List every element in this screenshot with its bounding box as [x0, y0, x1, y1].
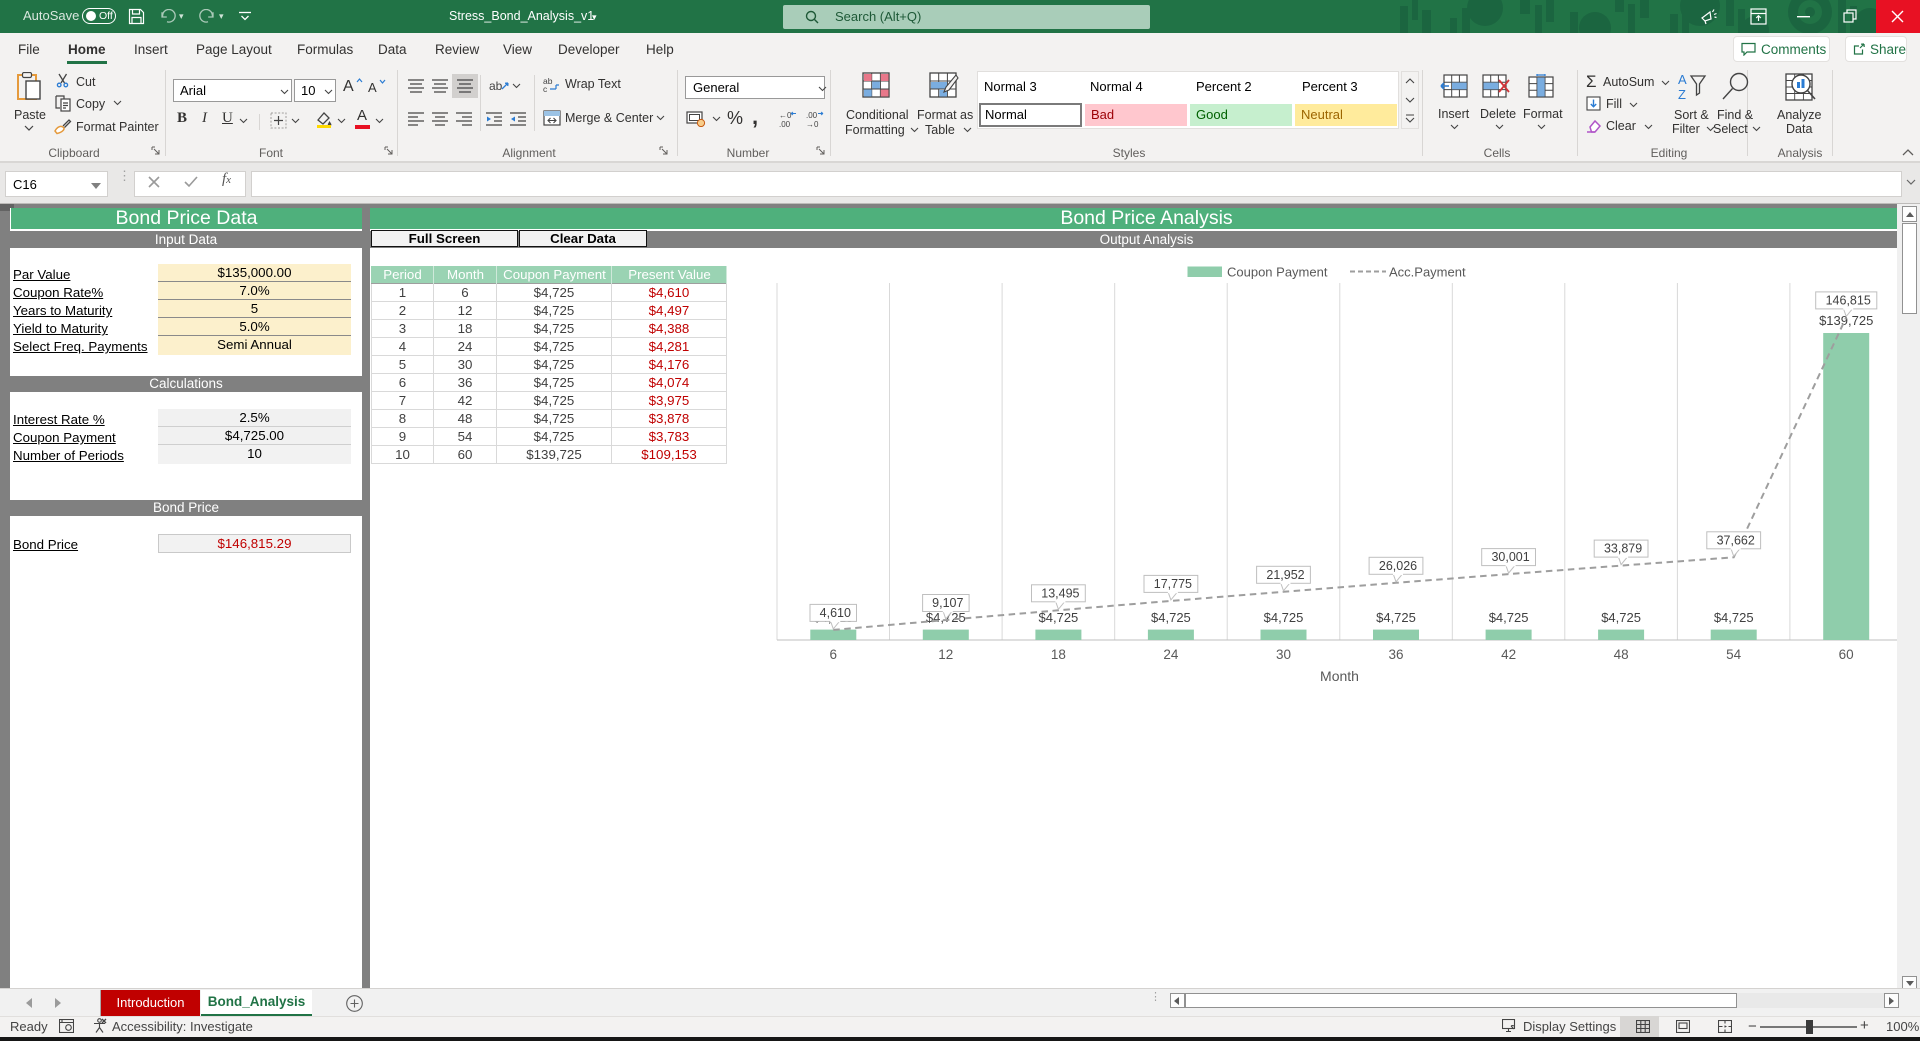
svg-text:54: 54 — [1726, 647, 1742, 662]
svg-text:33,879: 33,879 — [1604, 542, 1642, 556]
svg-text:$4,725: $4,725 — [1714, 610, 1754, 625]
svg-text:$4,725: $4,725 — [1601, 610, 1641, 625]
svg-text:48: 48 — [1614, 647, 1629, 662]
svg-text:36: 36 — [1388, 647, 1403, 662]
svg-text:26,026: 26,026 — [1379, 559, 1417, 573]
svg-text:.00: .00 — [806, 111, 818, 120]
svg-text:12: 12 — [938, 647, 953, 662]
svg-text:ab: ab — [489, 79, 503, 93]
svg-text:4,610: 4,610 — [820, 606, 851, 620]
svg-text:Month: Month — [1320, 668, 1359, 684]
svg-text:42: 42 — [1501, 647, 1516, 662]
svg-text:←0: ←0 — [779, 111, 792, 120]
svg-text:37,662: 37,662 — [1717, 533, 1755, 547]
svg-text:17,775: 17,775 — [1154, 577, 1192, 591]
svg-text:6: 6 — [830, 647, 838, 662]
svg-text:$4,725: $4,725 — [1489, 610, 1529, 625]
svg-text:9,107: 9,107 — [932, 596, 963, 610]
svg-text:13,495: 13,495 — [1041, 586, 1079, 600]
svg-text:$4,725: $4,725 — [1376, 610, 1416, 625]
svg-text:Coupon Payment: Coupon Payment — [1227, 265, 1328, 280]
svg-text:21,952: 21,952 — [1266, 568, 1304, 582]
svg-text:Z: Z — [1678, 87, 1686, 102]
svg-text:→0: →0 — [806, 120, 819, 128]
svg-text:$4,725: $4,725 — [1151, 610, 1191, 625]
svg-text:$4,725: $4,725 — [1264, 610, 1304, 625]
svg-text:A: A — [1678, 72, 1687, 87]
svg-text:30: 30 — [1276, 647, 1291, 662]
svg-text:.00: .00 — [779, 120, 791, 128]
svg-text:18: 18 — [1051, 647, 1066, 662]
svg-text:24: 24 — [1163, 647, 1179, 662]
svg-text:60: 60 — [1839, 647, 1854, 662]
svg-text:146,815: 146,815 — [1826, 293, 1871, 307]
svg-text:30,001: 30,001 — [1491, 550, 1529, 564]
svg-text:Acc.Payment: Acc.Payment — [1389, 265, 1466, 280]
